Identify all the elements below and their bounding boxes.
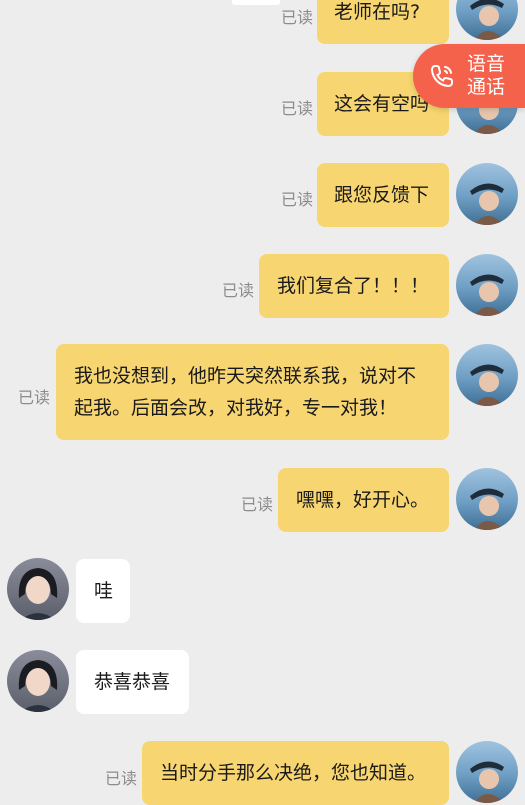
message-text: 哇 [94, 580, 114, 602]
voice-call-label: 语音 通话 [467, 53, 506, 98]
contact-avatar[interactable] [7, 650, 69, 712]
message-text: 老师在吗? [334, 1, 421, 23]
my-avatar[interactable] [456, 344, 518, 406]
my-message-bubble[interactable]: 老师在吗? [317, 0, 449, 44]
my-message-bubble[interactable]: 我们复合了！！！ [259, 254, 449, 318]
message-text-line: 起我。后面会改，对我好，专一对我！ [74, 397, 398, 419]
read-status: 已读 [222, 281, 255, 300]
message-text: 我们复合了！！！ [277, 275, 430, 297]
top-edge-strip [232, 0, 280, 5]
contact-message-bubble[interactable]: 恭喜恭喜 [76, 650, 189, 714]
message-text: 嘿嘿，好开心。 [296, 489, 430, 511]
message-text: 这会有空吗 [334, 93, 430, 115]
read-status: 已读 [281, 190, 314, 209]
my-avatar[interactable] [456, 741, 518, 803]
read-status: 已读 [241, 495, 274, 514]
message-text: 恭喜恭喜 [94, 671, 171, 693]
my-avatar[interactable] [456, 163, 518, 225]
message-text-line: 我也没想到，他昨天突然联系我，说对不 [74, 365, 417, 387]
message-text: 当时分手那么决绝，您也知道。 [160, 762, 427, 784]
read-status: 已读 [105, 769, 138, 788]
my-message-bubble[interactable]: 跟您反馈下 [317, 163, 449, 227]
read-status: 已读 [18, 388, 51, 407]
my-avatar[interactable] [456, 0, 518, 40]
contact-message-bubble[interactable]: 哇 [76, 559, 130, 623]
contact-avatar[interactable] [7, 558, 69, 620]
message-text: 跟您反馈下 [334, 184, 430, 206]
my-avatar[interactable] [456, 254, 518, 316]
phone-icon [430, 65, 453, 88]
my-message-bubble[interactable]: 嘿嘿，好开心。 [278, 468, 449, 532]
voice-call-button[interactable]: 语音 通话 [413, 44, 525, 108]
read-status: 已读 [281, 99, 314, 118]
my-avatar[interactable] [456, 468, 518, 530]
my-message-bubble[interactable]: 我也没想到，他昨天突然联系我，说对不 起我。后面会改，对我好，专一对我！ [56, 344, 449, 440]
my-message-bubble[interactable]: 当时分手那么决绝，您也知道。 [142, 741, 449, 805]
read-status: 已读 [281, 8, 314, 27]
